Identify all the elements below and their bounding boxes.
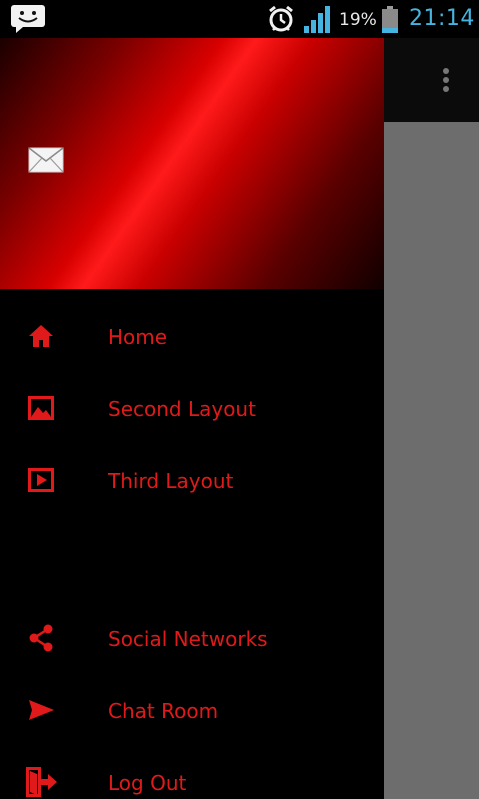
send-icon xyxy=(29,700,54,720)
home-icon xyxy=(29,325,53,347)
alarm-icon xyxy=(269,5,293,32)
menu-item-label: Home xyxy=(108,325,168,349)
more-vert-icon[interactable] xyxy=(436,66,456,96)
mail-icon[interactable] xyxy=(28,147,64,173)
menu-item-chat-room[interactable]: Chat Room xyxy=(0,679,384,743)
menu-item-third-layout[interactable]: Third Layout xyxy=(0,449,384,513)
logout-icon xyxy=(26,767,57,797)
menu-item-log-out[interactable]: Log Out xyxy=(0,751,384,799)
status-bar: 19% 21:14 xyxy=(0,0,479,38)
menu-item-second-layout[interactable]: Second Layout xyxy=(0,377,384,441)
screen: 19% 21:14 Home Second Layout Third Layou… xyxy=(0,0,479,799)
messenger-icon xyxy=(11,5,45,33)
image-icon xyxy=(28,396,54,420)
clock: 21:14 xyxy=(409,6,475,31)
battery-percent: 19% xyxy=(339,10,377,30)
play-box-icon xyxy=(28,468,54,492)
share-icon xyxy=(29,624,53,652)
menu-item-social-networks[interactable]: Social Networks xyxy=(0,607,384,671)
battery-icon xyxy=(382,6,398,33)
menu-item-label: Third Layout xyxy=(108,469,234,493)
menu-item-label: Log Out xyxy=(108,771,187,795)
menu-item-label: Chat Room xyxy=(108,699,219,723)
menu-item-label: Second Layout xyxy=(108,397,256,421)
menu-item-home[interactable]: Home xyxy=(0,305,384,369)
drawer-header xyxy=(0,38,384,289)
signal-icon xyxy=(304,6,330,33)
navigation-drawer: Home Second Layout Third Layout Social N… xyxy=(0,38,384,799)
menu-item-label: Social Networks xyxy=(108,627,268,651)
